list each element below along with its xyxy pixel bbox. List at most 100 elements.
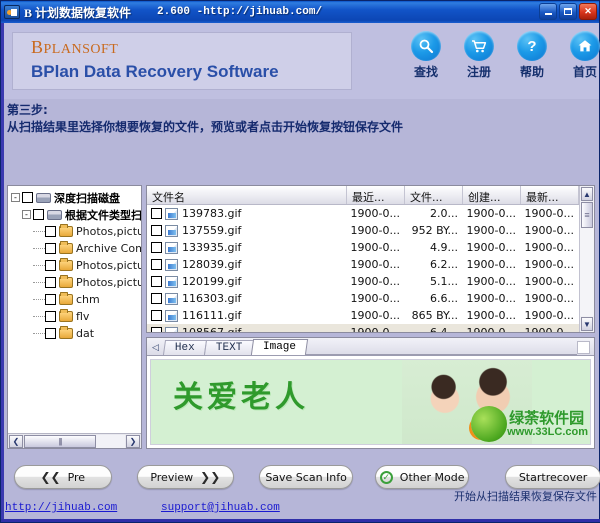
- table-row[interactable]: 139783.gif 1900-0... 2.0... 1900-0... 19…: [147, 205, 579, 222]
- tree-item-photos-2[interactable]: Photos,pictur: [11, 257, 141, 274]
- column-header-newest[interactable]: 最新...: [521, 186, 579, 204]
- file-recent-cell: 1900-0...: [350, 258, 400, 271]
- tree-label-photos-2: Photos,pictur: [76, 259, 142, 272]
- gif-file-icon: [165, 258, 178, 271]
- tree-label-dat: dat: [76, 327, 95, 340]
- folder-icon: [59, 241, 73, 254]
- expander-icon[interactable]: -: [22, 210, 31, 219]
- column-header-filename[interactable]: 文件名: [147, 186, 347, 204]
- toolbar-label-register: 注册: [466, 65, 491, 79]
- scroll-thumb[interactable]: [581, 202, 593, 228]
- website-link[interactable]: http://jihuab.com: [5, 502, 117, 514]
- scroll-track[interactable]: [580, 202, 594, 316]
- tab-hex[interactable]: Hex: [162, 340, 207, 355]
- scroll-thumb[interactable]: [24, 434, 96, 448]
- file-recent-cell: 1900-0...: [350, 224, 400, 237]
- app-icon: [4, 5, 20, 19]
- scroll-left-icon[interactable]: ❮: [9, 434, 23, 448]
- file-list-header: 文件名 最近... 文件... 创建... 最新...: [147, 186, 579, 205]
- scroll-right-icon[interactable]: ❯: [126, 434, 140, 448]
- header-toolbar: 查找 注册 ? 帮助 首页: [406, 31, 600, 80]
- scroll-down-icon[interactable]: ▼: [581, 317, 593, 331]
- row-checkbox[interactable]: [151, 293, 162, 304]
- column-header-recent[interactable]: 最近...: [347, 186, 405, 204]
- file-recent-cell: 1900-0...: [350, 207, 400, 220]
- tree-checkbox[interactable]: [33, 209, 44, 220]
- toolbar-item-home[interactable]: 首页: [565, 31, 600, 80]
- maximize-button[interactable]: [559, 3, 577, 20]
- tree-item-photos-1[interactable]: Photos,pictur: [11, 223, 141, 240]
- file-list-panel[interactable]: 文件名 最近... 文件... 创建... 最新... 139783.gif 1…: [146, 185, 595, 333]
- tree-checkbox[interactable]: [45, 226, 56, 237]
- tree-connector: [33, 316, 45, 317]
- tree-checkbox[interactable]: [45, 328, 56, 339]
- tree-item-flv[interactable]: flv: [11, 308, 141, 325]
- file-list-body: 文件名 最近... 文件... 创建... 最新... 139783.gif 1…: [147, 186, 594, 332]
- tree-item-photos-3[interactable]: Photos,pictur: [11, 274, 141, 291]
- tree-horizontal-scrollbar[interactable]: ❮ ❯: [8, 433, 141, 448]
- other-mode-button[interactable]: ✓ Other Mode: [375, 465, 470, 489]
- tree-connector: [33, 231, 45, 232]
- toolbar-item-search[interactable]: 查找: [406, 31, 446, 80]
- tree-connector: [33, 248, 45, 249]
- row-checkbox[interactable]: [151, 259, 162, 270]
- right-column: 文件名 最近... 文件... 创建... 最新... 139783.gif 1…: [146, 185, 595, 449]
- table-row-selected[interactable]: 108567.gif 1900-0... 6.4... 1900-0... 19…: [147, 324, 579, 332]
- tree-item-bytype[interactable]: - 根据文件类型扫: [11, 206, 141, 223]
- support-email-link[interactable]: support@jihuab.com: [161, 502, 280, 514]
- tree-checkbox[interactable]: [45, 294, 56, 305]
- title-bar: B 计划数据恢复软件 2.600 -http://jihuab.com/ ✕: [1, 1, 599, 23]
- scroll-track[interactable]: [24, 434, 125, 448]
- file-newest-cell: 1900-0...: [524, 207, 574, 220]
- row-checkbox[interactable]: [151, 208, 162, 219]
- file-name-text: 120199.gif: [182, 275, 242, 288]
- table-row[interactable]: 116111.gif 1900-0... 865 BY... 1900-0...…: [147, 307, 579, 324]
- table-row[interactable]: 120199.gif 1900-0... 5.1... 1900-0... 19…: [147, 273, 579, 290]
- pre-button[interactable]: ❮❮ Pre: [14, 465, 112, 489]
- toolbar-item-register[interactable]: 注册: [459, 31, 499, 80]
- expander-icon[interactable]: -: [11, 193, 20, 202]
- file-name-text: 139783.gif: [182, 207, 242, 220]
- minimize-icon: [544, 13, 552, 15]
- tree-checkbox[interactable]: [45, 277, 56, 288]
- tree-item-archive[interactable]: Archive Comp: [11, 240, 141, 257]
- tree-item-dat[interactable]: dat: [11, 325, 141, 342]
- folder-icon: [59, 224, 73, 237]
- file-list-main: 文件名 最近... 文件... 创建... 最新... 139783.gif 1…: [147, 186, 579, 332]
- tree-checkbox[interactable]: [45, 243, 56, 254]
- close-button[interactable]: ✕: [579, 3, 597, 20]
- start-recover-button[interactable]: Startrecover: [505, 465, 600, 489]
- tree-checkbox[interactable]: [45, 260, 56, 271]
- minimize-button[interactable]: [539, 3, 557, 20]
- column-header-created[interactable]: 创建...: [463, 186, 521, 204]
- tree-connector: [33, 299, 45, 300]
- preview-content: 关爱老人 绿荼软件园 www.33LC.com: [147, 356, 594, 448]
- row-checkbox[interactable]: [151, 310, 162, 321]
- table-row[interactable]: 133935.gif 1900-0... 4.9... 1900-0... 19…: [147, 239, 579, 256]
- row-checkbox[interactable]: [151, 242, 162, 253]
- preview-button[interactable]: Preview ❯❯: [136, 465, 235, 489]
- file-size-cell: 865 BY...: [411, 309, 458, 322]
- row-checkbox[interactable]: [151, 276, 162, 287]
- tree-checkbox[interactable]: [22, 192, 33, 203]
- tab-text[interactable]: TEXT: [203, 340, 255, 355]
- save-scan-info-button[interactable]: Save Scan Info: [259, 465, 354, 489]
- file-list-vertical-scrollbar[interactable]: ▲ ▼: [579, 186, 594, 332]
- tab-scroll-left-icon[interactable]: ◁: [150, 342, 164, 355]
- folder-icon: [59, 309, 73, 322]
- table-row[interactable]: 116303.gif 1900-0... 6.6... 1900-0... 19…: [147, 290, 579, 307]
- table-row[interactable]: 128039.gif 1900-0... 6.2... 1900-0... 19…: [147, 256, 579, 273]
- table-row[interactable]: 137559.gif 1900-0... 952 BY... 1900-0...…: [147, 222, 579, 239]
- toolbar-item-help[interactable]: ? 帮助: [512, 31, 552, 80]
- column-header-size[interactable]: 文件...: [405, 186, 463, 204]
- scroll-up-icon[interactable]: ▲: [581, 187, 593, 201]
- tree-checkbox[interactable]: [45, 311, 56, 322]
- brand-wordmark: BPLANSOFT: [31, 37, 351, 60]
- tab-close-box-icon[interactable]: [577, 341, 590, 354]
- tree-item-chm[interactable]: chm: [11, 291, 141, 308]
- tab-image[interactable]: Image: [251, 339, 309, 355]
- scan-tree-panel[interactable]: - 深度扫描磁盘 - 根据文件类型扫 Photos,pictur Archive…: [7, 185, 142, 449]
- row-checkbox[interactable]: [151, 225, 162, 236]
- tree-item-root[interactable]: - 深度扫描磁盘: [11, 189, 141, 206]
- row-checkbox[interactable]: [151, 327, 162, 332]
